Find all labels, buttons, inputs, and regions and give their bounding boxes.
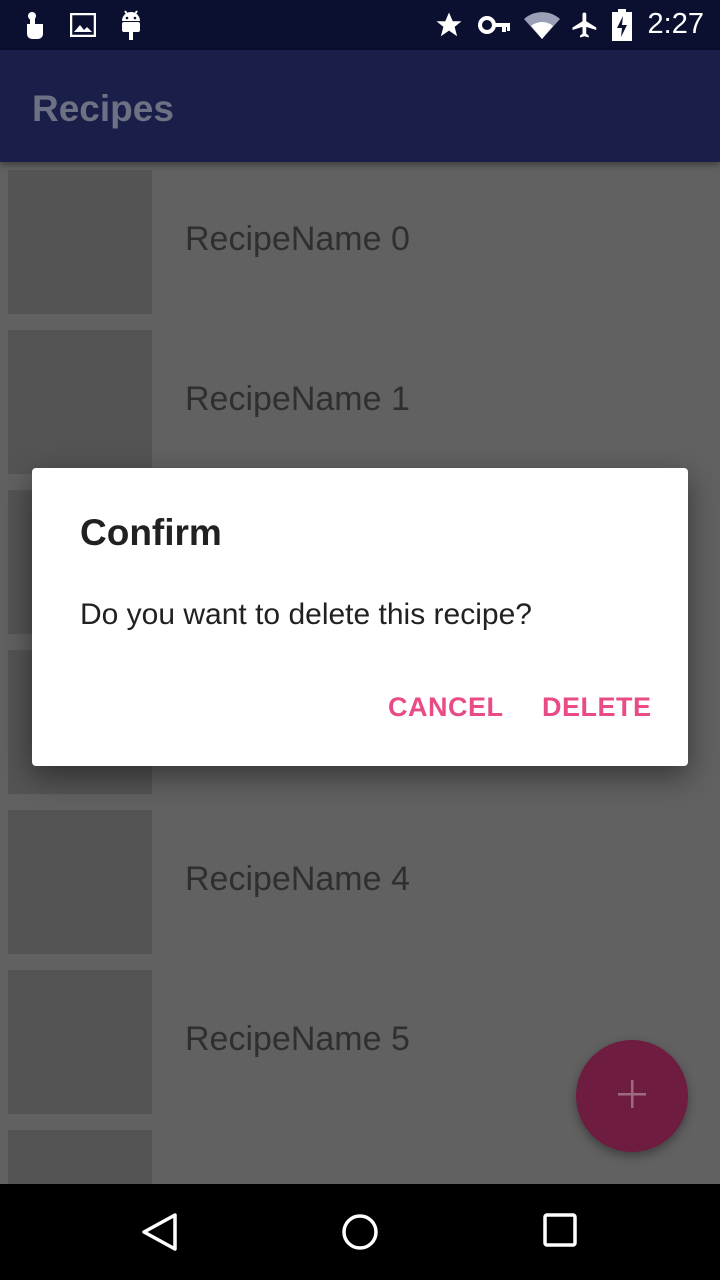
- star-icon: [434, 10, 464, 40]
- back-icon[interactable]: [140, 1212, 180, 1252]
- page-title: Recipes: [32, 88, 174, 129]
- dialog-message: Do you want to delete this recipe?: [80, 598, 532, 631]
- app-bar: Recipes: [0, 50, 720, 162]
- add-icon: [617, 1079, 647, 1114]
- android-debug-icon: [116, 10, 146, 40]
- recipe-name: RecipeName 4: [185, 860, 410, 898]
- recents-icon[interactable]: [542, 1212, 582, 1252]
- add-recipe-button[interactable]: [576, 1040, 688, 1152]
- dialog-title: Confirm: [80, 512, 222, 553]
- battery-charging-icon: [610, 9, 634, 41]
- list-item[interactable]: RecipeName 1: [0, 322, 720, 482]
- recipe-thumbnail: [8, 810, 152, 954]
- recipe-name: RecipeName 0: [185, 220, 410, 258]
- vpn-key-icon: [478, 10, 512, 40]
- status-time: 2:27: [647, 8, 704, 40]
- home-icon[interactable]: [340, 1212, 380, 1252]
- status-bar: 2:27: [0, 0, 720, 50]
- recipe-name: RecipeName 1: [185, 380, 410, 418]
- recipe-name: RecipeName 5: [185, 1020, 410, 1058]
- list-item[interactable]: RecipeName 4: [0, 802, 720, 962]
- navigation-bar: [0, 1184, 720, 1280]
- delete-button[interactable]: DELETE: [542, 692, 652, 723]
- image-icon: [68, 10, 98, 40]
- confirm-dialog: Confirm Do you want to delete this recip…: [32, 468, 688, 766]
- recipe-thumbnail: [8, 1130, 152, 1184]
- airplane-icon: [570, 10, 600, 40]
- recipe-thumbnail: [8, 170, 152, 314]
- wifi-icon: [524, 10, 560, 40]
- cancel-button[interactable]: CANCEL: [388, 692, 504, 723]
- recipe-thumbnail: [8, 330, 152, 474]
- list-item[interactable]: RecipeName 0: [0, 162, 720, 322]
- touch-icon: [20, 10, 50, 40]
- recipe-thumbnail: [8, 970, 152, 1114]
